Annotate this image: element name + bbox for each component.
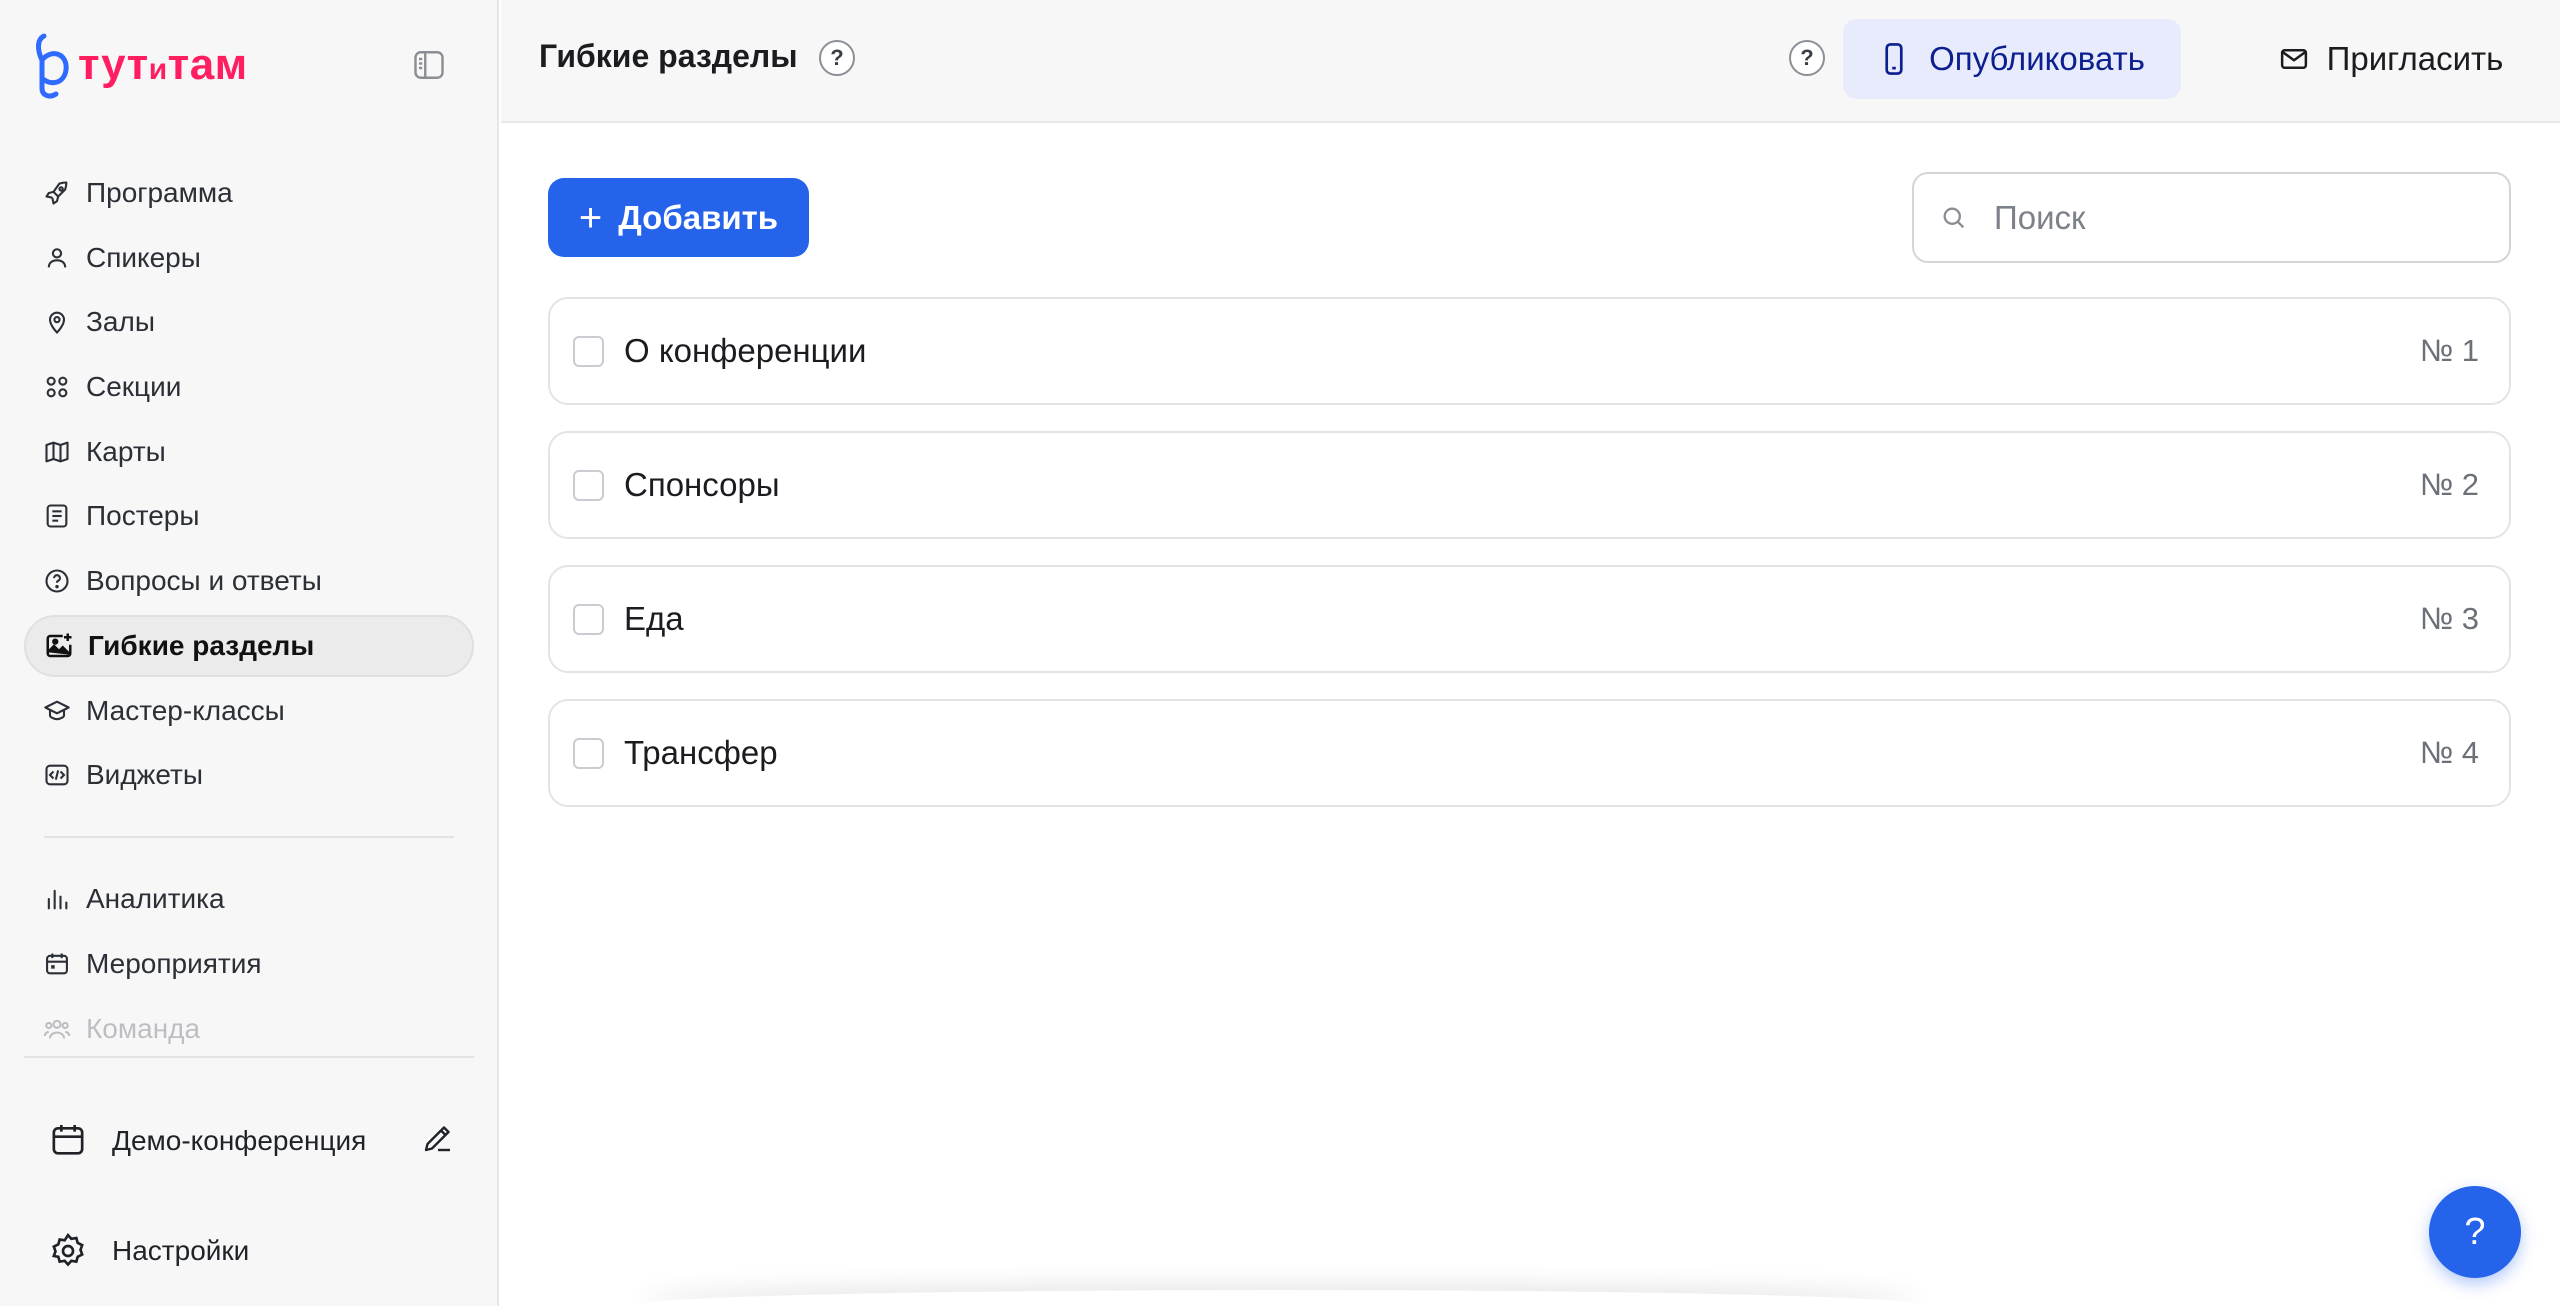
sidebar-item-label: Команда (86, 1012, 201, 1044)
sidebar-bottom-divider (24, 1056, 474, 1058)
help-fab-button[interactable]: ? (2429, 1186, 2521, 1278)
list-item[interactable]: О конференции № 1 (548, 297, 2511, 405)
list-item[interactable]: Трансфер № 4 (548, 699, 2511, 807)
phone-icon (1885, 43, 1903, 75)
settings-link[interactable]: Настройки (48, 1228, 249, 1274)
search-input[interactable] (1994, 198, 2509, 237)
search-icon (1943, 207, 1965, 228)
sidebar-item-team[interactable]: Команда (24, 998, 474, 1060)
sidebar-item-label: Спикеры (86, 241, 201, 273)
publish-button[interactable]: Опубликовать (1843, 19, 2181, 99)
section-name: Еда (624, 600, 684, 637)
graduation-cap-icon (42, 696, 72, 726)
gear-icon (48, 1231, 88, 1271)
list-item[interactable]: Спонсоры № 2 (548, 431, 2511, 539)
collapse-sidebar-button[interactable] (410, 46, 448, 84)
sidebar-item-program[interactable]: Программа (24, 162, 474, 224)
row-checkbox[interactable] (573, 469, 604, 501)
invite-label: Пригласить (2326, 40, 2504, 77)
sidebar-item-flexible-sections[interactable]: Гибкие разделы (24, 614, 474, 677)
invite-button[interactable]: Пригласить (2251, 19, 2531, 99)
title-help-button[interactable]: ? (819, 40, 855, 76)
plus-icon: + (578, 195, 603, 240)
sidebar-item-events[interactable]: Мероприятия (24, 933, 474, 995)
list-item[interactable]: Еда № 3 (548, 565, 2511, 673)
sidebar-item-label: Вопросы и ответы (86, 565, 322, 597)
sidebar-item-label: Постеры (86, 500, 200, 532)
sidebar-item-widgets[interactable]: Виджеты (24, 744, 474, 806)
map-icon (42, 437, 72, 467)
sections-list: О конференции № 1 Спонсоры № 2 Еда № 3 Т… (548, 297, 2511, 833)
row-checkbox[interactable] (573, 737, 604, 769)
calendar-icon (42, 949, 72, 979)
user-icon (42, 243, 72, 273)
brand-name: тутитам (78, 40, 248, 89)
bar-chart-icon (42, 884, 72, 914)
brand-logo[interactable]: тутитам (32, 30, 248, 100)
event-name: Демо-конференция (112, 1124, 367, 1156)
page-title: Гибкие разделы (539, 38, 798, 74)
sidebar-item-label: Виджеты (86, 759, 203, 791)
section-name: Трансфер (624, 734, 778, 771)
mail-icon (2280, 49, 2307, 69)
sidebar-item-qa[interactable]: Вопросы и ответы (24, 550, 474, 612)
sidebar: тутитам Программа Спикеры Залы Секции Ка… (0, 0, 499, 1306)
brand-mark-icon (36, 33, 69, 99)
sidebar-item-label: Карты (86, 435, 166, 467)
calendar-icon (48, 1120, 88, 1160)
sidebar-item-halls[interactable]: Залы (24, 291, 474, 353)
pencil-icon (424, 1126, 450, 1152)
sidebar-item-label: Гибкие разделы (88, 629, 315, 661)
sidebar-item-label: Мероприятия (86, 947, 262, 979)
add-button[interactable]: + Добавить (548, 178, 809, 257)
map-pin-icon (42, 307, 72, 337)
sidebar-item-sections[interactable]: Секции (24, 356, 474, 418)
section-name: О конференции (624, 332, 867, 369)
current-event[interactable]: Демо-конференция (48, 1100, 460, 1180)
section-number: № 4 (2419, 735, 2479, 770)
header-help-button[interactable]: ? (1789, 40, 1825, 76)
sidebar-item-label: Мастер-классы (86, 694, 285, 726)
sidebar-item-label: Аналитика (86, 883, 225, 915)
section-number: № 3 (2419, 601, 2479, 636)
sidebar-item-label: Секции (86, 371, 182, 403)
sidebar-nav: Программа Спикеры Залы Секции Карты Пост… (24, 162, 474, 1062)
sidebar-toggle-icon (414, 51, 444, 79)
sidebar-item-speakers[interactable]: Спикеры (24, 227, 474, 289)
rocket-icon (42, 178, 72, 208)
sidebar-item-label: Залы (86, 306, 155, 338)
settings-label: Настройки (112, 1235, 250, 1266)
publish-label: Опубликовать (1929, 40, 2145, 77)
top-header: Гибкие разделы ? ? Опубликовать Пригласи… (501, 0, 2560, 123)
code-icon (42, 760, 72, 790)
image-sparkle-icon (44, 631, 74, 661)
sidebar-item-posters[interactable]: Постеры (24, 485, 474, 547)
poster-icon (42, 501, 72, 531)
section-number: № 2 (2419, 467, 2479, 502)
team-icon (42, 1014, 72, 1044)
section-name: Спонсоры (624, 466, 780, 503)
grid-circles-icon (42, 372, 72, 402)
question-circle-icon (42, 566, 72, 596)
add-label: Добавить (618, 198, 779, 236)
sidebar-item-masterclasses[interactable]: Мастер-классы (24, 680, 474, 742)
row-checkbox[interactable] (573, 335, 604, 367)
sidebar-item-label: Программа (86, 177, 233, 208)
edit-event-button[interactable] (420, 1120, 460, 1160)
scroll-shadow (640, 1290, 1920, 1306)
sidebar-item-analytics[interactable]: Аналитика (24, 868, 474, 930)
search-box[interactable] (1912, 172, 2511, 263)
section-number: № 1 (2419, 333, 2479, 368)
row-checkbox[interactable] (573, 603, 604, 635)
sidebar-item-maps[interactable]: Карты (24, 421, 474, 483)
nav-divider (44, 836, 454, 839)
